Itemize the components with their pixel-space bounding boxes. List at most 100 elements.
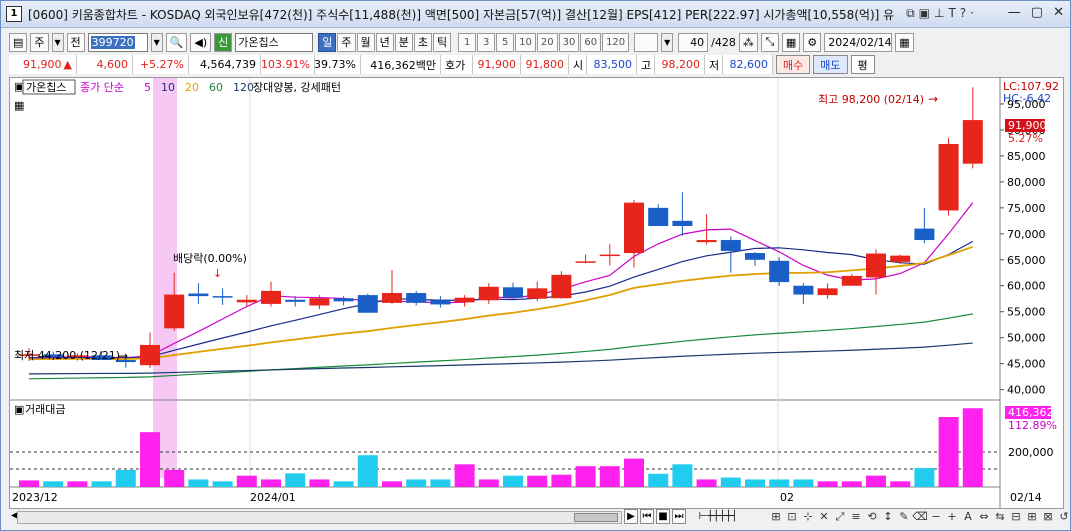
interval-button[interactable]: 틱 [433, 32, 452, 52]
price-chart[interactable]: 95,00090,00085,00080,00075,00070,00065,0… [10, 78, 1063, 508]
candle-body [212, 296, 233, 298]
price-tick-label: 75,000 [1007, 202, 1046, 215]
zoom-box-icon[interactable]: ⊡ [785, 509, 799, 524]
interval-button[interactable]: 월 [356, 32, 375, 52]
number-button[interactable]: 1 [458, 32, 477, 52]
interval-button[interactable]: 일 [318, 32, 337, 52]
minus-icon[interactable]: − [929, 509, 943, 524]
narrow-icon[interactable]: ⇆ [993, 509, 1007, 524]
step-back-icon[interactable]: ⏮ [640, 509, 654, 524]
chart-area[interactable]: 95,00090,00085,00080,00075,00070,00065,0… [9, 77, 1064, 509]
text-icon[interactable]: T [948, 6, 955, 21]
tool-icon-b[interactable]: ⤡ [760, 32, 779, 52]
open-label: 시 [569, 55, 587, 74]
compress-icon[interactable]: ⊟ [1009, 509, 1023, 524]
interval-button[interactable]: 분 [394, 32, 413, 52]
expand-icon[interactable]: ⊞ [1025, 509, 1039, 524]
crosshair-icon[interactable]: ⊹ [801, 509, 815, 524]
speed-slider-icon[interactable]: ⊢┼┼┼┼┤ [688, 509, 748, 524]
tile-icon[interactable]: ▣ [919, 6, 930, 21]
number-button[interactable]: 30 [558, 32, 580, 52]
fib-icon[interactable]: ≡ [849, 509, 863, 524]
chart-window: 1 [0600] 키움종합차트 - KOSDAQ 외국인보유[472(천)] 주… [0, 0, 1071, 531]
pin-icon[interactable]: ⊥ [934, 6, 944, 21]
candle-body [236, 299, 257, 303]
volume-bar [914, 468, 935, 487]
avg-button[interactable]: 평 [850, 55, 875, 74]
draw-icon[interactable]: ✎ [897, 509, 911, 524]
period-select[interactable]: 주 [30, 32, 49, 52]
stock-name-field[interactable]: 가온칩스 [235, 32, 314, 52]
tool-icon-a[interactable]: ⁂ [738, 32, 758, 52]
erase-icon[interactable]: ⌫ [912, 509, 928, 524]
volume-bar [430, 479, 451, 487]
number-button[interactable]: 60 [580, 32, 602, 52]
grid-icon[interactable]: ▦ [14, 99, 24, 112]
sell-button[interactable]: 매도 [813, 55, 848, 74]
close-icon[interactable]: ✕ [1053, 5, 1064, 20]
candle-body [890, 255, 911, 262]
blank-dropdown-icon[interactable]: ▼ [661, 32, 674, 52]
min-arrow-icon: → [118, 349, 128, 363]
maximize-icon[interactable]: ▢ [1031, 5, 1043, 20]
quote-price: 91,900 [23, 58, 62, 71]
volume-bar [454, 464, 475, 487]
scroll-thumb[interactable] [574, 513, 618, 522]
candle-body [672, 220, 693, 227]
quote-volume: 4,564,739 [189, 55, 261, 74]
restore-icon[interactable]: ⧉ [906, 6, 915, 21]
ma-legend-item: 120 [233, 81, 254, 94]
interval-button[interactable]: 년 [375, 32, 394, 52]
name-prefix[interactable]: 신 [214, 32, 233, 52]
fit-icon[interactable]: ⊠ [1041, 509, 1055, 524]
speaker-icon[interactable]: ◀) [190, 32, 212, 52]
stop-icon[interactable]: ■ [656, 509, 670, 524]
reset-icon[interactable]: ↺ [1057, 509, 1071, 524]
step-forward-icon[interactable]: ⏭ [672, 509, 686, 524]
scroll-right-icon[interactable]: ▶ [624, 509, 638, 524]
candle-body [817, 288, 838, 296]
minimize-icon[interactable]: — [1008, 5, 1021, 20]
price-tick-label: 65,000 [1007, 254, 1046, 267]
number-button[interactable]: 10 [515, 32, 536, 52]
number-button[interactable]: 120 [602, 32, 630, 52]
save-icon[interactable]: ▦ [781, 32, 801, 52]
search-icon[interactable]: 🔍 [165, 32, 188, 52]
gear-icon[interactable]: ⚙ [803, 32, 822, 52]
arrows-icon[interactable]: ↕ [881, 509, 895, 524]
count-input[interactable]: 40 [678, 32, 709, 52]
candle-body [527, 288, 548, 299]
plus-icon[interactable]: + [945, 509, 959, 524]
interval-button[interactable]: 초 [413, 32, 432, 52]
number-button[interactable]: 3 [477, 32, 496, 52]
hc-label: HC:-6.42 [1003, 92, 1051, 105]
zoom-fit-icon[interactable]: ⊞ [769, 509, 783, 524]
chevron-down-icon[interactable]: ▼ [51, 32, 64, 52]
date-input[interactable]: 2024/02/14 [824, 32, 893, 52]
menu-icon[interactable]: · [970, 6, 974, 21]
interval-button[interactable]: 주 [337, 32, 356, 52]
cycle-icon[interactable]: ⟲ [865, 509, 879, 524]
code-dropdown-icon[interactable]: ▼ [150, 32, 163, 52]
wide-icon[interactable]: ⇔ [977, 509, 991, 524]
full-button[interactable]: 전 [66, 32, 85, 52]
cross-icon[interactable]: ✕ [817, 509, 831, 524]
layout-icon[interactable]: ▤ [9, 32, 28, 52]
help-icon[interactable]: ? [960, 6, 966, 21]
price-tick-label: 70,000 [1007, 228, 1046, 241]
trend-icon[interactable]: ⤢ [833, 509, 847, 524]
calendar-icon[interactable]: ▦ [895, 32, 914, 52]
number-button[interactable]: 20 [536, 32, 558, 52]
ma-legend-item: 60 [209, 81, 223, 94]
buy-button[interactable]: 매수 [776, 55, 811, 74]
candle-body [454, 297, 475, 303]
status-bar: ◀ ▶ ⏮ ■ ⏭ ⊢┼┼┼┼┤ ⊞ ⊡ ⊹ ✕ ⤢ ≡ ⟲ ↕ ✎ ⌫ − +… [9, 509, 1069, 526]
number-button[interactable]: 5 [496, 32, 515, 52]
font-icon[interactable]: A [961, 509, 975, 524]
horizontal-scrollbar[interactable] [17, 511, 622, 524]
blank-select[interactable] [634, 32, 659, 52]
stock-code-input[interactable]: 399720 [87, 32, 148, 52]
quote-amount: 416,362백만 [361, 55, 441, 74]
legend-name[interactable]: 가온칩스 [26, 81, 66, 94]
dividend-label: 배당락(0.00%) [173, 252, 247, 265]
